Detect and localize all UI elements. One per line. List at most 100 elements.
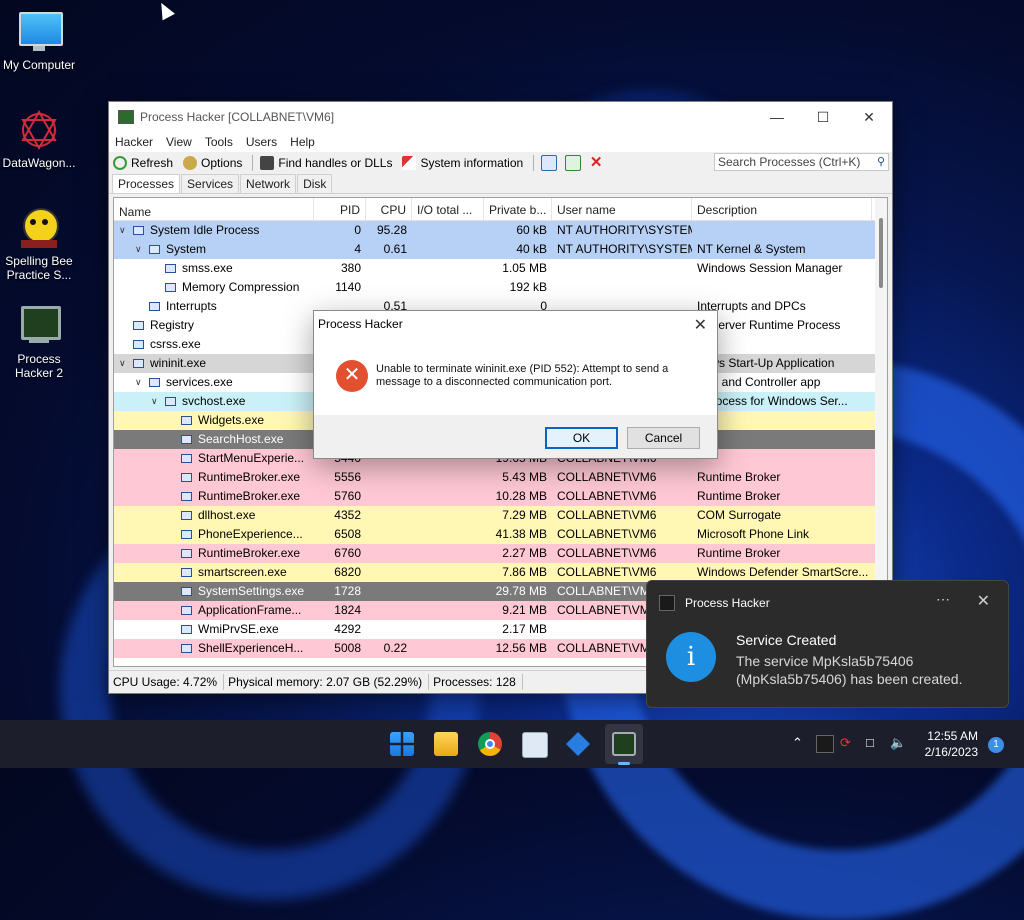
process-private-bytes: 10.28 MB	[495, 489, 547, 503]
options-button[interactable]: Options	[183, 156, 242, 170]
process-row[interactable]: ∨ System Idle Process 0 95.28 60 kB NT AUTHOR…	[114, 221, 887, 240]
desktop-icon-my-computer[interactable]: My Computer	[1, 10, 77, 72]
column-pid[interactable]: PID	[314, 198, 366, 220]
find-handles-button[interactable]: Find handles or DLLs	[260, 156, 392, 170]
menu-help[interactable]: Help	[290, 135, 315, 149]
process-hacker-tray-icon[interactable]	[816, 735, 834, 753]
menu-tools[interactable]: Tools	[205, 135, 233, 149]
file-explorer-icon[interactable]	[434, 732, 458, 756]
process-name: Memory Compression	[182, 280, 300, 294]
column-cpu[interactable]: CPU	[366, 198, 412, 220]
process-icon	[181, 473, 192, 482]
toast-app-name: Process Hacker	[685, 596, 770, 610]
clock[interactable]: 12:55 AM 2/16/2023	[925, 728, 978, 760]
title-bar[interactable]: Process Hacker [COLLABNET\VM6] — ☐ ✕	[109, 102, 892, 132]
process-icon	[133, 226, 144, 235]
process-cpu	[366, 468, 412, 487]
process-name: services.exe	[166, 375, 233, 389]
chrome-icon[interactable]	[478, 732, 502, 756]
menu-hacker[interactable]: Hacker	[115, 135, 153, 149]
network-app-icon[interactable]	[566, 732, 590, 756]
column-user-name[interactable]: User name	[552, 198, 692, 220]
process-row[interactable]: RuntimeBroker.exe 5556 5.43 MB COLLABNET\VM…	[114, 468, 887, 487]
dialog-message: Unable to terminate wininit.exe (PID 552…	[376, 363, 669, 388]
notification-toast[interactable]: Process Hacker ⋯ ✕ i Service Created The…	[646, 580, 1009, 708]
desktop-icon-process-hacker[interactable]: Process Hacker 2	[1, 304, 77, 380]
expand-chevron-icon[interactable]: ∨	[151, 392, 161, 411]
performance-monitor-icon[interactable]	[522, 732, 548, 758]
cancel-button[interactable]: Cancel	[627, 427, 700, 449]
process-description: ices and Controller app	[697, 375, 821, 389]
process-icon	[181, 530, 192, 539]
process-pid: 6508	[334, 527, 361, 541]
expand-chevron-icon[interactable]: ∨	[135, 240, 145, 259]
desktop-icon-datawagon[interactable]: DataWagon...	[1, 108, 77, 170]
taskbar: ⌃ ⟳ □ 🔈 12:55 AM 2/16/2023 1	[0, 720, 1024, 768]
more-options-icon[interactable]: ⋯	[936, 591, 950, 608]
minimize-button[interactable]: —	[754, 102, 800, 132]
process-row[interactable]: Memory Compression 1140 192 kB	[114, 278, 887, 297]
column-io-total[interactable]: I/O total ...	[412, 198, 484, 220]
tab-network[interactable]: Network	[240, 174, 297, 193]
desktop-icon-label: Spelling Bee Practice S...	[5, 254, 73, 282]
start-button-icon[interactable]	[390, 732, 414, 756]
column-description[interactable]: Description	[692, 198, 872, 220]
process-pid: 1140	[335, 280, 361, 294]
menu-view[interactable]: View	[166, 135, 192, 149]
expand-chevron-icon[interactable]: ∨	[119, 221, 129, 240]
desktop-icon-spelling-bee[interactable]: Spelling Bee Practice S...	[1, 206, 77, 282]
process-row[interactable]: dllhost.exe 4352 7.29 MB COLLABNET\VM6 COM S…	[114, 506, 887, 525]
process-name: System	[166, 242, 207, 256]
process-name: dllhost.exe	[198, 508, 256, 522]
process-pid: 5008	[334, 641, 361, 655]
tab-processes[interactable]: Processes	[112, 174, 181, 193]
process-description: Runtime Broker	[697, 546, 781, 560]
process-cpu	[366, 582, 412, 601]
system-information-button[interactable]: System information	[402, 156, 523, 170]
expand-chevron-icon[interactable]: ∨	[135, 373, 145, 392]
datawagon-icon	[17, 108, 61, 152]
window-arrow-icon[interactable]	[565, 155, 582, 171]
clock-time: 12:55 AM	[927, 729, 978, 743]
toast-body: The service MpKsla5b75406 (MpKsla5b75406…	[736, 653, 963, 687]
process-hacker-taskbar-icon[interactable]	[612, 732, 636, 756]
process-name: Widgets.exe	[198, 413, 265, 427]
process-io-total	[412, 601, 484, 620]
process-row[interactable]: RuntimeBroker.exe 6760 2.27 MB COLLABNET\VM…	[114, 544, 887, 563]
search-input[interactable]: Search Processes (Ctrl+K) ⚲	[714, 153, 889, 171]
process-cpu: 0.22	[383, 641, 407, 655]
show-hidden-icons-chevron-icon[interactable]: ⌃	[792, 735, 803, 751]
volume-icon[interactable]: 🔈	[890, 735, 906, 751]
menu-users[interactable]: Users	[246, 135, 277, 149]
tab-bar: Processes Services Network Disk	[109, 174, 892, 194]
process-icon	[181, 549, 192, 558]
process-row[interactable]: ∨ System 4 0.61 40 kB NT AUTHORITY\SYSTEM NT K…	[114, 240, 887, 259]
refresh-tray-icon[interactable]: ⟳	[840, 735, 851, 751]
search-icon[interactable]: ⚲	[877, 155, 885, 168]
refresh-button[interactable]: Refresh	[113, 156, 173, 170]
ok-button[interactable]: OK	[545, 427, 618, 449]
notification-badge[interactable]: 1	[988, 737, 1004, 753]
tab-services[interactable]: Services	[181, 174, 240, 193]
process-row[interactable]: RuntimeBroker.exe 5760 10.28 MB COLLABNET\V…	[114, 487, 887, 506]
tab-disk[interactable]: Disk	[297, 174, 333, 193]
process-icon	[181, 625, 192, 634]
expand-chevron-icon[interactable]: ∨	[119, 354, 129, 373]
dialog-close-icon[interactable]: ✕	[694, 315, 707, 335]
column-private-bytes[interactable]: Private b...	[484, 198, 552, 220]
process-user-name: COLLABNET\VM6	[557, 527, 657, 541]
process-name: StartMenuExperie...	[198, 451, 305, 465]
process-icon	[133, 321, 144, 330]
process-name: ShellExperienceH...	[198, 641, 304, 655]
process-row[interactable]: PhoneExperience... 6508 41.38 MB COLLABNET\…	[114, 525, 887, 544]
close-button[interactable]: ✕	[846, 102, 892, 132]
maximize-button[interactable]: ☐	[800, 102, 846, 132]
process-row[interactable]: smss.exe 380 1.05 MB Windows Session Manage…	[114, 259, 887, 278]
refresh-icon	[113, 156, 127, 170]
window-icon[interactable]	[541, 155, 558, 171]
toast-close-icon[interactable]: ✕	[977, 591, 990, 611]
column-name[interactable]: Name	[114, 198, 314, 220]
process-description	[692, 221, 872, 240]
network-icon[interactable]: □	[866, 735, 874, 750]
close-x-icon[interactable]: ✕	[589, 155, 603, 170]
